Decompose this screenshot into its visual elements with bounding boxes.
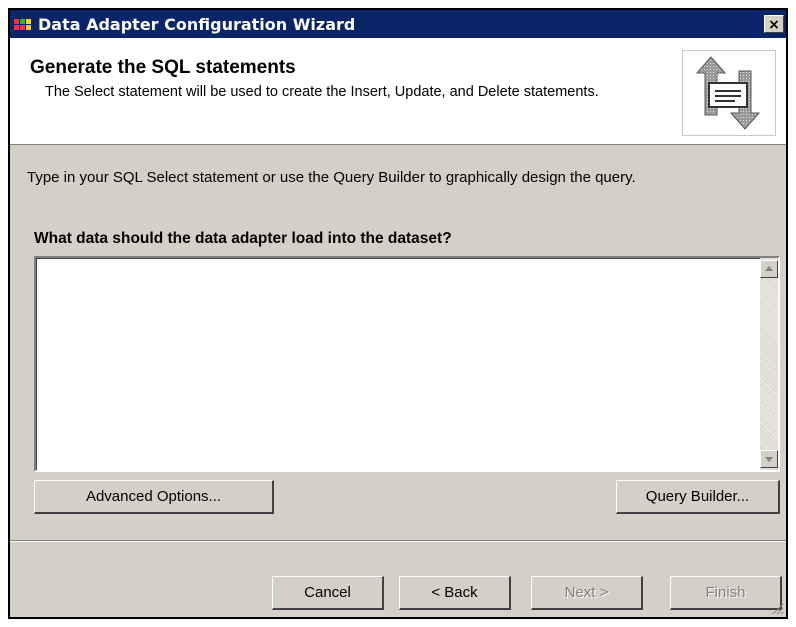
sql-statement-textarea[interactable]: [34, 256, 780, 472]
scroll-up-icon: [765, 266, 773, 271]
wizard-graphic-icon: [682, 50, 776, 136]
page-description: The Select statement will be used to cre…: [45, 84, 599, 100]
scroll-up-button[interactable]: [760, 260, 778, 278]
close-button[interactable]: ×: [764, 15, 784, 33]
instruction-text: Type in your SQL Select statement or use…: [27, 169, 636, 186]
query-builder-button[interactable]: Query Builder...: [616, 480, 780, 514]
back-button[interactable]: < Back: [399, 576, 511, 610]
title-bar[interactable]: Data Adapter Configuration Wizard ×: [10, 10, 786, 38]
resize-grip-icon[interactable]: [770, 601, 784, 615]
advanced-options-button[interactable]: Advanced Options...: [34, 480, 274, 514]
next-button[interactable]: Next >: [531, 576, 643, 610]
sql-prompt-label: What data should the data adapter load i…: [34, 230, 452, 247]
footer-divider: [10, 540, 786, 542]
close-icon: ×: [768, 17, 780, 33]
vertical-scrollbar[interactable]: [760, 258, 778, 470]
scroll-down-button[interactable]: [760, 450, 778, 468]
finish-button[interactable]: Finish: [670, 576, 782, 610]
sql-text[interactable]: [36, 258, 778, 470]
cancel-button[interactable]: Cancel: [272, 576, 384, 610]
wizard-window: Data Adapter Configuration Wizard × Gene…: [8, 8, 788, 619]
window-title: Data Adapter Configuration Wizard: [38, 15, 356, 34]
scroll-down-icon: [765, 457, 773, 462]
app-icon: [14, 19, 31, 30]
page-title: Generate the SQL statements: [30, 57, 296, 78]
wizard-header: Generate the SQL statements The Select s…: [10, 38, 786, 145]
